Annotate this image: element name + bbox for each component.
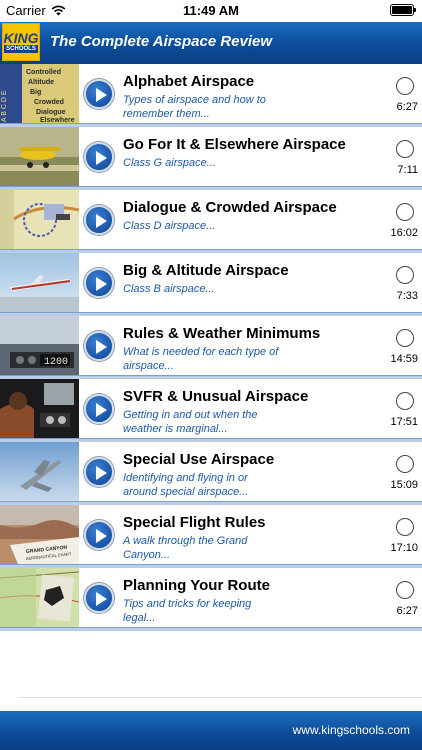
king-schools-logo: KING SCHOOLS	[2, 23, 40, 61]
list-separator	[18, 697, 422, 698]
thumb-word-1: Controlled	[26, 69, 61, 76]
lesson-title: Dialogue & Crowded Airspace	[123, 199, 337, 216]
app-footer: www.kingschools.com	[0, 711, 422, 750]
lesson-row-special-flight-rules[interactable]: GRAND CANYON AERONAUTICAL CHART Special …	[0, 505, 422, 568]
lesson-row-alphabet-airspace[interactable]: A B C D E Controlled Altitude Big Crowde…	[0, 64, 422, 127]
completion-checkbox[interactable]	[396, 455, 414, 473]
play-button[interactable]	[84, 79, 114, 109]
completion-checkbox[interactable]	[396, 392, 414, 410]
lesson-title: Special Flight Rules	[123, 514, 266, 531]
lesson-description: Tips and tricks for keeping legal...	[123, 598, 252, 624]
completion-checkbox[interactable]	[396, 518, 414, 536]
lesson-duration: 16:02	[390, 227, 418, 239]
completion-checkbox[interactable]	[396, 77, 414, 95]
play-button[interactable]	[84, 142, 114, 172]
lesson-duration: 7:33	[396, 290, 418, 302]
lesson-description: A walk through the Grand Canyon...	[123, 535, 248, 561]
lesson-thumbnail	[0, 253, 79, 312]
svg-text:Crowded: Crowded	[34, 99, 64, 106]
lesson-thumbnail: A B C D E Controlled Altitude Big Crowde…	[0, 64, 79, 123]
play-button[interactable]	[84, 520, 114, 550]
lesson-row-special-use[interactable]: Special Use Airspace Identifying and fly…	[0, 442, 422, 505]
lesson-thumbnail: 1200	[0, 316, 79, 375]
lesson-duration: 7:11	[397, 164, 418, 176]
play-button[interactable]	[84, 583, 114, 613]
app-header: KING SCHOOLS The Complete Airspace Revie…	[0, 22, 422, 64]
lesson-thumbnail: GRAND CANYON AERONAUTICAL CHART	[0, 505, 79, 564]
play-button[interactable]	[84, 331, 114, 361]
lesson-row-big-altitude[interactable]: Big & Altitude Airspace Class B airspace…	[0, 253, 422, 316]
completion-checkbox[interactable]	[396, 140, 414, 158]
svg-text:Altitude: Altitude	[28, 79, 54, 86]
website-link[interactable]: www.kingschools.com	[293, 723, 410, 737]
lesson-row-planning-route[interactable]: Planning Your Route Tips and tricks for …	[0, 568, 422, 631]
logo-king-text: KING	[3, 29, 39, 46]
completion-checkbox[interactable]	[396, 266, 414, 284]
lesson-duration: 6:27	[396, 101, 418, 113]
lesson-duration: 17:51	[390, 416, 418, 428]
lesson-title: Alphabet Airspace	[123, 73, 255, 90]
page-title: The Complete Airspace Review	[50, 33, 273, 50]
lesson-description: Types of airspace and how to remember th…	[123, 94, 266, 120]
play-button[interactable]	[84, 205, 114, 235]
lesson-title: Go For It & Elsewhere Airspace	[123, 136, 346, 153]
lesson-row-svfr-unusual[interactable]: SVFR & Unusual Airspace Getting in and o…	[0, 379, 422, 442]
lesson-row-go-for-it[interactable]: Go For It & Elsewhere Airspace Class G a…	[0, 127, 422, 190]
svg-text:Big: Big	[30, 89, 41, 96]
play-button[interactable]	[84, 394, 114, 424]
svg-text:Elsewhere: Elsewhere	[40, 117, 75, 123]
lesson-thumbnail	[0, 568, 79, 627]
lesson-title: SVFR & Unusual Airspace	[123, 388, 309, 405]
lesson-list: A B C D E Controlled Altitude Big Crowde…	[0, 64, 422, 631]
lesson-description: Class D airspace...	[123, 220, 216, 232]
svg-text:A B C D E: A B C D E	[1, 90, 8, 122]
lesson-duration: 14:59	[390, 353, 418, 365]
status-bar: Carrier 11:49 AM	[0, 0, 422, 22]
svg-text:1200: 1200	[44, 357, 68, 368]
svg-text:Dialogue: Dialogue	[36, 109, 66, 116]
lesson-description: Identifying and flying in or around spec…	[123, 472, 249, 498]
lesson-description: What is needed for each type of airspace…	[123, 346, 279, 372]
lesson-row-dialogue-crowded[interactable]: Dialogue & Crowded Airspace Class D airs…	[0, 190, 422, 253]
lesson-description: Class G airspace...	[123, 157, 216, 169]
lesson-thumbnail	[0, 127, 79, 186]
lesson-thumbnail	[0, 442, 79, 501]
battery-icon	[390, 4, 416, 16]
lesson-title: Rules & Weather Minimums	[123, 325, 321, 342]
logo-schools-text: SCHOOLS	[4, 44, 38, 53]
lesson-description: Getting in and out when the weather is m…	[123, 409, 258, 435]
completion-checkbox[interactable]	[396, 203, 414, 221]
lesson-thumbnail	[0, 190, 79, 249]
status-time: 11:49 AM	[183, 3, 239, 18]
completion-checkbox[interactable]	[396, 329, 414, 347]
completion-checkbox[interactable]	[396, 581, 414, 599]
lesson-duration: 6:27	[396, 605, 418, 617]
lesson-row-rules-weather[interactable]: 1200 Rules & Weather Minimums What is ne…	[0, 316, 422, 379]
lesson-duration: 15:09	[390, 479, 418, 491]
lesson-title: Big & Altitude Airspace	[123, 262, 289, 279]
lesson-description: Class B airspace...	[123, 283, 215, 295]
lesson-title: Special Use Airspace	[123, 451, 275, 468]
lesson-thumbnail	[0, 379, 79, 438]
play-button[interactable]	[84, 457, 114, 487]
play-button[interactable]	[84, 268, 114, 298]
lesson-duration: 17:10	[390, 542, 418, 554]
lesson-title: Planning Your Route	[123, 577, 270, 594]
